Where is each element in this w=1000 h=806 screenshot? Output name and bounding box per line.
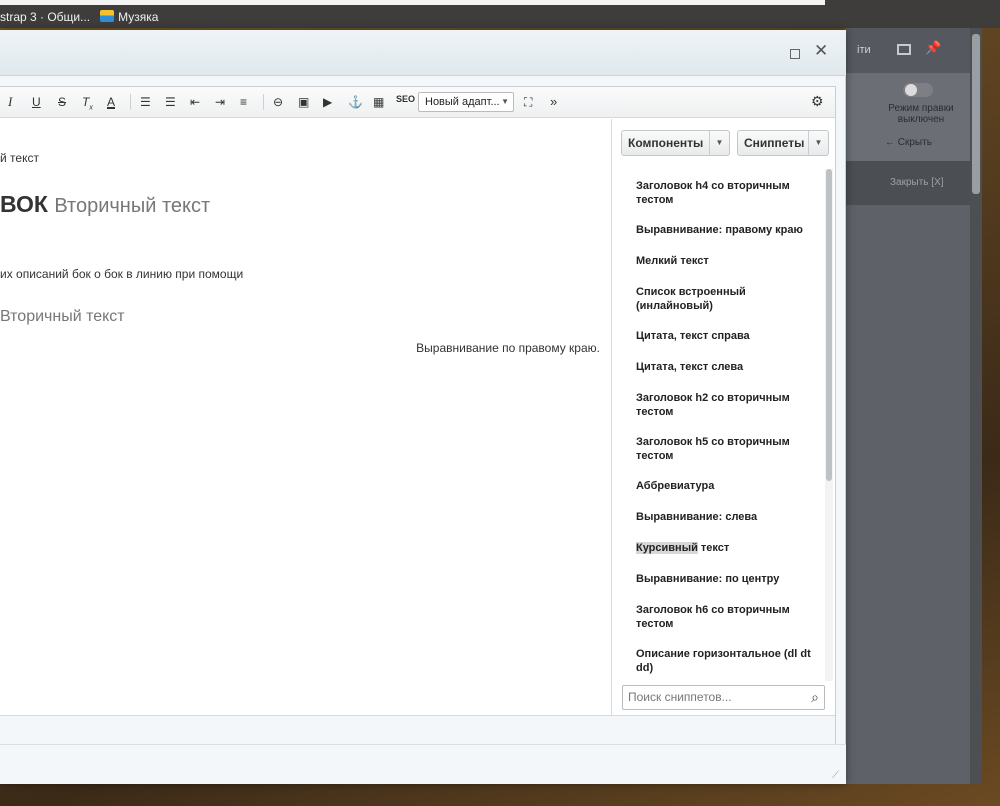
editor-content[interactable]: й текст ВОК Вторичный текст их описаний … [0, 119, 611, 715]
url-bar-edge [0, 0, 825, 5]
bookmarks-bar: strap 3 · Общи... Музяка [0, 0, 1000, 28]
edit-mode-label: Режим правки выключен [888, 103, 954, 125]
edit-mode-toggle[interactable] [903, 83, 933, 97]
bookmark-item-music[interactable]: Музяка [100, 10, 158, 24]
background-admin-panel: іти 📌 Режим правки выключен ← Скрыть Зак… [845, 28, 970, 784]
chevron-down-icon: ▼ [501, 97, 509, 106]
italic-button[interactable]: I [8, 94, 12, 110]
list-item-highlighted[interactable]: Курсивный текст [636, 541, 816, 555]
background-close-link[interactable]: Закрыть [X] [890, 177, 944, 188]
link-icon[interactable]: ⊖ [273, 94, 283, 110]
list-item[interactable]: Заголовок h5 со вторичным тестом [636, 435, 816, 463]
content-heading: ВОК Вторичный текст [0, 191, 210, 218]
snippet-highlight: Курсивный [636, 542, 698, 554]
page-scrollbar[interactable] [970, 28, 982, 784]
toolbar-divider [130, 94, 131, 110]
background-close-bar: Закрыть [X] [845, 161, 970, 205]
components-label: Компоненты [628, 136, 704, 150]
dialog-titlebar[interactable]: ✕ [0, 30, 846, 76]
hide-link[interactable]: ← Скрыть [885, 137, 932, 148]
underline-button[interactable]: U [32, 94, 41, 110]
heading-secondary: Вторичный текст [54, 195, 211, 217]
outdent-icon[interactable]: ⇤ [190, 94, 200, 110]
unordered-list-icon[interactable]: ☰ [165, 94, 176, 110]
snippet-scrollbar[interactable] [825, 169, 833, 681]
list-item[interactable]: Цитата, текст справа [636, 329, 816, 343]
text-color-icon[interactable]: A [107, 94, 115, 110]
background-toolbar: іти 📌 [845, 28, 970, 73]
scrollbar-thumb[interactable] [972, 34, 980, 194]
snippet-rest: текст [697, 542, 730, 554]
snippet-search[interactable]: ⌕ [622, 685, 825, 710]
indent-icon[interactable]: ⇥ [215, 94, 225, 110]
style-select[interactable]: Новый адапт... ▼ [418, 92, 514, 112]
table-icon[interactable]: ▦ [373, 94, 384, 110]
video-icon[interactable]: ▶ [323, 94, 332, 110]
list-item[interactable]: Выравнивание: слева [636, 510, 816, 524]
content-right-aligned: Выравнивание по правому краю. [416, 341, 600, 355]
chevron-down-icon[interactable]: ▼ [808, 131, 828, 155]
list-item[interactable]: Аббревиатура [636, 479, 816, 493]
bookmarks-list: strap 3 · Общи... Музяка [0, 9, 158, 25]
window-icon[interactable] [897, 44, 911, 55]
more-button[interactable]: » [550, 94, 557, 110]
list-item[interactable]: Мелкий текст [636, 254, 816, 268]
components-button[interactable]: Компоненты ▼ [621, 130, 730, 156]
heading-main: ВОК [0, 191, 48, 217]
anchor-icon[interactable]: ⚓ [348, 94, 363, 110]
editor-toolbar: I U S Tx A ☰ ☰ ⇤ ⇥ ≡ ⊖ ▣ ▶ ⚓ ▦ SEO Новый… [0, 87, 835, 118]
list-item[interactable]: Заголовок h4 со вторичным тестом [636, 179, 816, 207]
pin-icon[interactable]: 📌 [925, 40, 941, 56]
content-text-line: их описаний бок о бок в линию при помощи [0, 267, 244, 281]
snippet-list: Заголовок h4 со вторичным тестом Выравни… [612, 169, 824, 679]
gear-icon[interactable]: ⚙ [811, 93, 824, 110]
snippets-panel: Компоненты ▼ Сниппеты ▼ Заголовок h4 со … [611, 119, 835, 715]
toolbar-divider [263, 94, 264, 110]
chevron-down-icon[interactable]: ▼ [709, 131, 729, 155]
maximize-icon[interactable] [790, 49, 800, 59]
bookmark-item[interactable]: strap 3 · Общи... [0, 10, 90, 24]
fullscreen-icon[interactable]: ⛶ [524, 94, 532, 110]
list-item[interactable]: Выравнивание: правому краю [636, 223, 816, 237]
content-text-line: й текст [0, 151, 39, 165]
image-icon[interactable]: ▣ [298, 94, 309, 110]
content-subheading: Вторичный текст [0, 308, 125, 325]
folder-icon [100, 10, 115, 22]
clear-format-icon[interactable]: Tx [82, 94, 93, 111]
editor-dialog: ✕ I U S Tx A ☰ ☰ ⇤ ⇥ ≡ ⊖ ▣ ▶ ⚓ ▦ SEO Нов… [0, 30, 846, 784]
scrollbar-thumb[interactable] [826, 169, 832, 481]
list-item[interactable]: Заголовок h2 со вторичным тестом [636, 391, 816, 419]
close-icon[interactable]: ✕ [814, 42, 828, 59]
list-item[interactable]: Список встроенный (инлайновый) [636, 285, 816, 313]
snippets-label: Сниппеты [744, 136, 805, 150]
list-item[interactable]: Описание горизонтальное (dl dt dd) [636, 647, 816, 675]
edit-mode-area: Режим правки выключен ← Скрыть [845, 73, 970, 161]
dialog-footer [0, 744, 846, 784]
list-item[interactable]: Заголовок h6 со вторичным тестом [636, 603, 816, 631]
align-icon[interactable]: ≡ [240, 94, 247, 110]
list-item[interactable]: Выравнивание: по центру [636, 572, 816, 586]
snippets-button[interactable]: Сниппеты ▼ [737, 130, 829, 156]
search-input[interactable] [623, 686, 793, 708]
bookmark-label: Музяка [118, 10, 159, 24]
list-item[interactable]: Цитата, текст слева [636, 360, 816, 374]
seo-icon[interactable]: SEO [396, 91, 415, 107]
search-icon[interactable]: ⌕ [811, 689, 819, 706]
html-editor: I U S Tx A ☰ ☰ ⇤ ⇥ ≡ ⊖ ▣ ▶ ⚓ ▦ SEO Новый… [0, 86, 836, 744]
style-select-value: Новый адапт... [425, 96, 500, 108]
resize-handle-icon[interactable]: ⟋ [832, 770, 839, 781]
background-tab-label: іти [857, 44, 871, 56]
strikethrough-button[interactable]: S [58, 94, 66, 110]
ordered-list-icon[interactable]: ☰ [140, 94, 151, 110]
editor-statusbar [0, 715, 835, 744]
